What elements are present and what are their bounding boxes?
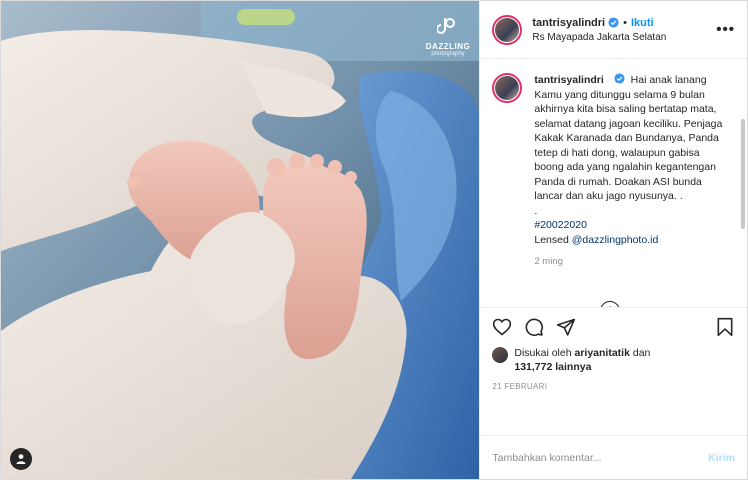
heart-icon[interactable] — [492, 317, 512, 337]
follow-button[interactable]: Ikuti — [631, 17, 654, 29]
post-actions: Disukai oleh ariyanitatik dan 131,772 la… — [480, 307, 747, 435]
paper-plane-icon[interactable] — [556, 317, 576, 337]
load-more-comments-button[interactable] — [600, 301, 621, 307]
header-separator: • — [623, 16, 627, 29]
liker-avatar[interactable] — [492, 347, 509, 363]
author-avatar[interactable] — [492, 14, 523, 45]
caption-lensed-label: Lensed — [534, 233, 569, 246]
add-comment-bar: Kirim — [480, 435, 747, 479]
user-tag-button[interactable] — [10, 448, 32, 470]
plus-circle-icon — [609, 306, 612, 307]
post-date[interactable]: 21 FEBRUARI — [492, 382, 735, 391]
more-options-button[interactable]: ••• — [716, 21, 735, 38]
dazzling-logo-icon — [436, 18, 455, 34]
comment-bubble-icon[interactable] — [524, 317, 544, 337]
post-header: tantrisyalindri • Ikuti Rs Mayapada Jaka… — [480, 1, 747, 59]
verified-badge-icon — [608, 17, 619, 28]
caption-avatar[interactable] — [492, 73, 523, 103]
comment-input[interactable] — [492, 451, 709, 464]
caption-text: Hai anak lanang Kamu yang ditunggu selam… — [534, 74, 723, 202]
person-icon — [16, 454, 26, 464]
likes-prefix: Disukai oleh — [514, 347, 572, 359]
newborn-feet-photo — [1, 1, 480, 479]
caption-time: 2 ming — [534, 256, 563, 267]
header-text: tantrisyalindri • Ikuti Rs Mayapada Jaka… — [532, 17, 716, 43]
caption: tantrisyalindri Hai anak lanang Kamu yan… — [492, 73, 735, 270]
caption-hashtag[interactable]: #20022020 — [534, 219, 587, 231]
post-location[interactable]: Rs Mayapada Jakarta Selatan — [532, 32, 716, 43]
post-photo[interactable]: DAZZLING photography — [1, 1, 480, 479]
watermark-brand: DAZZLING — [425, 42, 471, 51]
author-username[interactable]: tantrisyalindri — [532, 17, 605, 29]
comments-scrollbar[interactable] — [741, 119, 745, 229]
post-comment-button[interactable]: Kirim — [708, 452, 735, 464]
caption-body: tantrisyalindri Hai anak lanang Kamu yan… — [534, 73, 729, 270]
post-side-panel: tantrisyalindri • Ikuti Rs Mayapada Jaka… — [479, 1, 747, 479]
likes-count[interactable]: 131,772 lainnya — [514, 361, 591, 373]
instagram-post: DAZZLING photography tantrisyalindri • I… — [0, 0, 748, 480]
verified-badge-icon — [614, 73, 625, 84]
caption-username[interactable]: tantrisyalindri — [534, 74, 603, 86]
caption-dot-line: . — [534, 204, 538, 217]
action-icons — [492, 316, 735, 338]
comments-area: tantrisyalindri Hai anak lanang Kamu yan… — [480, 59, 747, 307]
dazzling-watermark: DAZZLING photography — [425, 15, 471, 57]
likes-and: dan — [632, 347, 651, 359]
watermark-sub: photography — [431, 51, 465, 57]
caption-mention[interactable]: @dazzlingphoto.id — [572, 234, 659, 246]
bookmark-icon[interactable] — [715, 317, 735, 337]
likes-summary: Disukai oleh ariyanitatik dan 131,772 la… — [492, 346, 735, 374]
liker-username[interactable]: ariyanitatik — [574, 347, 629, 359]
